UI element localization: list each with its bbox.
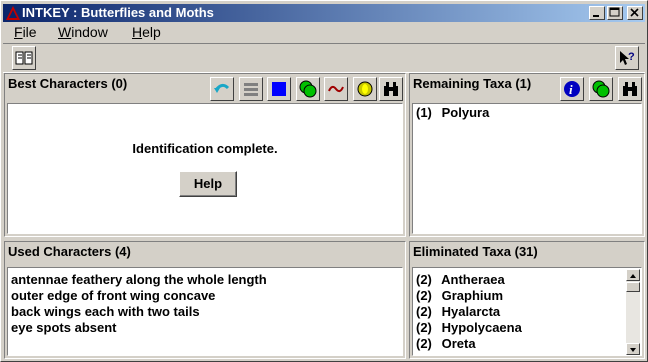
list-item[interactable]: antennae feathery along the whole length [11,272,267,288]
restart-icon [214,83,230,93]
close-icon [630,8,639,17]
best-characters-list[interactable]: Identification complete. Help [7,103,403,234]
maximize-icon [609,7,620,17]
remaining-taxa-title: Remaining Taxa (1) [413,76,532,91]
list-item[interactable]: back wings each with two tails [11,304,200,320]
eliminated-taxa-scrollbar[interactable] [626,269,640,355]
remaining-taxa-list[interactable]: (1) Polyura [412,103,642,234]
best-characters-title: Best Characters (0) [8,76,128,91]
eliminated-taxa-title: Eliminated Taxa (31) [413,244,538,259]
svg-text:i: i [569,82,573,97]
differences-button[interactable] [589,77,613,101]
open-book-button[interactable] [12,46,36,70]
context-help-button[interactable]: ? [615,46,639,70]
best-characters-binoculars-button[interactable] [379,77,403,101]
menu-window[interactable]: Window [58,24,108,40]
arrow-up-icon [630,274,636,278]
main-toolbar: ? [3,43,645,73]
binoculars-icon [384,82,398,96]
separate-button[interactable] [324,77,348,101]
taxon-info-button[interactable]: i [560,77,584,101]
list-item[interactable]: (1) Polyura [416,105,489,121]
scroll-down-button[interactable] [626,343,640,355]
scroll-thumb[interactable] [626,282,640,292]
title-bar[interactable]: INTKEY : Butterflies and Moths [3,4,645,22]
restart-button[interactable] [210,77,234,101]
used-characters-button[interactable] [296,77,320,101]
menu-bar: File Window Help [3,23,645,42]
app-window: INTKEY : Butterflies and Moths File Wind… [0,0,648,362]
separate-icon [328,85,344,93]
minimize-button[interactable] [589,6,605,20]
best-characters-panel: Best Characters (0) Identification compl… [4,73,406,237]
arrow-down-icon [630,348,636,352]
diagnose-icon [244,83,258,96]
select-all-icon [272,82,286,96]
binoculars-icon [623,82,637,96]
remaining-taxa-panel: Remaining Taxa (1) i (1) Polyura [409,73,645,237]
used-characters-panel: Used Characters (4) antennae feathery al… [4,241,406,359]
used-characters-list[interactable]: antennae feathery along the whole length… [7,267,403,356]
info-icon: i [564,81,580,97]
open-book-icon [15,51,33,65]
minimize-icon [593,15,599,17]
select-all-button[interactable] [267,77,291,101]
list-item[interactable]: (2) Hyalarcta [416,304,500,320]
differences-icon [592,80,610,98]
eliminated-taxa-list[interactable]: (2) Antheraea (2) Graphium (2) Hyalarcta… [412,267,642,356]
close-button[interactable] [627,6,643,20]
identification-message: Identification complete. [132,141,278,156]
find-button[interactable] [353,77,377,101]
list-item[interactable]: (2) Graphium [416,288,503,304]
context-help-icon: ? [620,51,635,65]
eliminated-taxa-panel: Eliminated Taxa (31) (2) Antheraea (2) G… [409,241,645,359]
used-characters-title: Used Characters (4) [8,244,131,259]
scroll-up-button[interactable] [626,269,640,281]
find-icon [357,81,373,97]
app-logo-icon [6,6,20,20]
window-title: INTKEY : Butterflies and Moths [22,5,214,20]
help-button[interactable]: Help [179,171,237,197]
menu-file[interactable]: File [14,24,37,40]
list-item[interactable]: outer edge of front wing concave [11,288,215,304]
remaining-taxa-binoculars-button[interactable] [618,77,642,101]
list-item[interactable]: (2) Oreta [416,336,476,352]
maximize-button[interactable] [607,6,623,20]
list-item[interactable]: eye spots absent [11,320,117,336]
svg-text:?: ? [628,51,635,63]
list-item[interactable]: (2) Antheraea [416,272,505,288]
used-characters-icon [299,80,317,98]
diagnose-button[interactable] [239,77,263,101]
list-item[interactable]: (2) Hypolycaena [416,320,522,336]
menu-help[interactable]: Help [132,24,161,40]
